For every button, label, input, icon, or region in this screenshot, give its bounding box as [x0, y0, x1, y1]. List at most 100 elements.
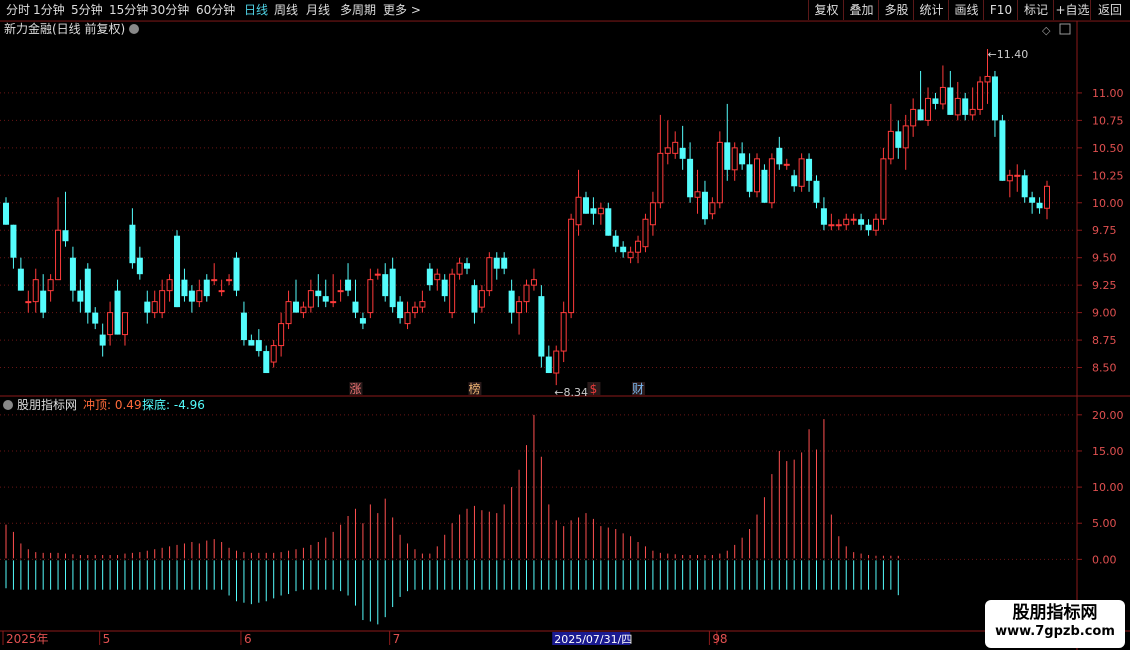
toolbar-action-3[interactable]: 统计	[913, 0, 949, 20]
watermark-title: 股朋指标网	[1012, 603, 1098, 623]
period-tab-6[interactable]: 日线	[244, 2, 268, 18]
candle-body-18	[136, 257, 143, 275]
candle-body-94	[701, 191, 708, 220]
toolbar-action-8[interactable]: 返回	[1090, 0, 1129, 20]
candle-body-9	[69, 257, 76, 291]
candle-body-57	[426, 268, 433, 286]
candle-body-76	[568, 218, 575, 314]
candle-body-120	[895, 131, 902, 148]
indicator-tick-label-3: 15.00	[1092, 445, 1124, 458]
candle-body-117	[872, 218, 879, 231]
candle-body-112	[835, 224, 842, 227]
candle-body-26	[196, 290, 203, 303]
candle-body-87	[649, 202, 656, 226]
candle-body-56	[419, 301, 426, 308]
candle-body-2	[17, 268, 24, 291]
candle-body-69	[516, 301, 523, 314]
candle-body-99	[739, 153, 746, 165]
toolbar-action-4[interactable]: 画线	[948, 0, 984, 20]
candle-body-77	[575, 196, 582, 226]
indicator-tick-label-1: 5.00	[1092, 517, 1117, 530]
time-highlight: 2025/07/31/四	[554, 633, 632, 646]
period-tab-5[interactable]: 60分钟	[196, 2, 235, 18]
candle-body-81	[605, 208, 612, 236]
candle-body-93	[694, 191, 701, 198]
period-tab-8[interactable]: 月线	[306, 2, 330, 18]
candle-body-22	[166, 279, 173, 292]
price-tick-label-5: 9.75	[1092, 224, 1117, 237]
price-tick-label-10: 11.00	[1092, 87, 1124, 100]
candle-body-83	[620, 246, 627, 253]
period-tab-0[interactable]: 分时	[6, 2, 30, 18]
candle-body-6	[47, 279, 54, 292]
candle-body-60	[449, 273, 456, 314]
candle-body-16	[121, 312, 128, 336]
toolbar-action-5[interactable]: F10	[983, 0, 1018, 20]
candle-body-29	[218, 290, 225, 293]
toolbar-action-2[interactable]: 多股	[878, 0, 914, 20]
candle-body-53	[397, 301, 404, 319]
candle-body-59	[441, 279, 448, 297]
period-tab-2[interactable]: 5分钟	[71, 2, 103, 18]
candle-body-58	[434, 273, 441, 281]
candle-body-111	[828, 224, 835, 227]
main-panel-title: 新力金融(日线 前复权)	[4, 21, 125, 36]
price-tick-label-4: 9.50	[1092, 252, 1117, 265]
period-tab-9[interactable]: 多周期	[340, 2, 376, 18]
candle-body-101	[754, 158, 761, 193]
time-label-0: 2025年	[6, 632, 49, 646]
period-tab-1[interactable]: 1分钟	[33, 2, 65, 18]
candle-body-70	[523, 284, 530, 303]
watermark-url: www.7gpzb.com	[995, 624, 1115, 639]
main-panel-diamond-icon: ◇	[1042, 24, 1051, 37]
candle-body-1	[10, 224, 17, 258]
period-tab-4[interactable]: 30分钟	[150, 2, 189, 18]
candle-body-12	[92, 312, 99, 324]
sub-panel-menu-icon	[3, 400, 13, 410]
candle-body-98	[731, 147, 738, 171]
indicator-tick-label-0: 0.00	[1092, 553, 1117, 566]
price-tick-label-1: 8.75	[1092, 334, 1117, 347]
candle-body-35	[263, 351, 270, 374]
toolbar-action-0[interactable]: 复权	[808, 0, 844, 20]
tandi-label: 探底: -4.96	[142, 397, 205, 412]
candle-body-13	[99, 334, 106, 346]
candle-body-61	[456, 262, 463, 275]
candle-body-27	[203, 279, 210, 297]
candle-body-48	[359, 318, 366, 324]
candle-body-72	[538, 296, 545, 357]
candle-body-44	[330, 301, 337, 304]
candle-body-75	[560, 312, 567, 352]
candle-body-119	[887, 130, 894, 160]
candle-body-136	[1014, 174, 1021, 177]
candle-body-140	[1044, 185, 1050, 209]
toolbar-action-1[interactable]: 叠加	[843, 0, 879, 20]
toolbar-action-7[interactable]: +自选	[1053, 0, 1091, 20]
candle-body-74	[553, 350, 560, 374]
candle-body-123	[917, 109, 924, 121]
period-tab-10[interactable]: 更多 >	[383, 2, 421, 18]
candle-body-91	[679, 147, 686, 159]
label-layer: ←11.40 ←8.34 涨 榜 $ 财 新力金融(日线 前复权) ◇ 股朋指标网 冲顶: 0.4…	[3, 21, 1071, 412]
candle-body-131	[977, 81, 984, 110]
candle-body-5	[40, 290, 47, 313]
candle-body-103	[768, 158, 775, 204]
event-marker-3: 财	[632, 382, 644, 396]
candle-body-49	[367, 279, 374, 314]
candle-body-88	[657, 152, 664, 204]
toolbar-action-6[interactable]: 标记	[1017, 0, 1054, 20]
candle-layer	[3, 48, 1050, 386]
sub-panel-title: 股朋指标网	[17, 397, 77, 412]
candle-body-97	[724, 142, 731, 170]
candle-body-116	[865, 224, 872, 231]
candle-body-92	[687, 158, 694, 198]
main-panel-restore-icon	[1059, 23, 1071, 35]
period-tab-3[interactable]: 15分钟	[109, 2, 148, 18]
candle-body-124	[925, 97, 932, 121]
period-tab-7[interactable]: 周线	[274, 2, 298, 18]
indicator-layer	[5, 414, 899, 625]
candle-body-37	[278, 323, 285, 347]
high-price-annotation: ←11.40	[988, 48, 1029, 61]
watermark: 股朋指标网 www.7gpzb.com	[985, 600, 1125, 648]
candle-body-42	[315, 290, 322, 297]
